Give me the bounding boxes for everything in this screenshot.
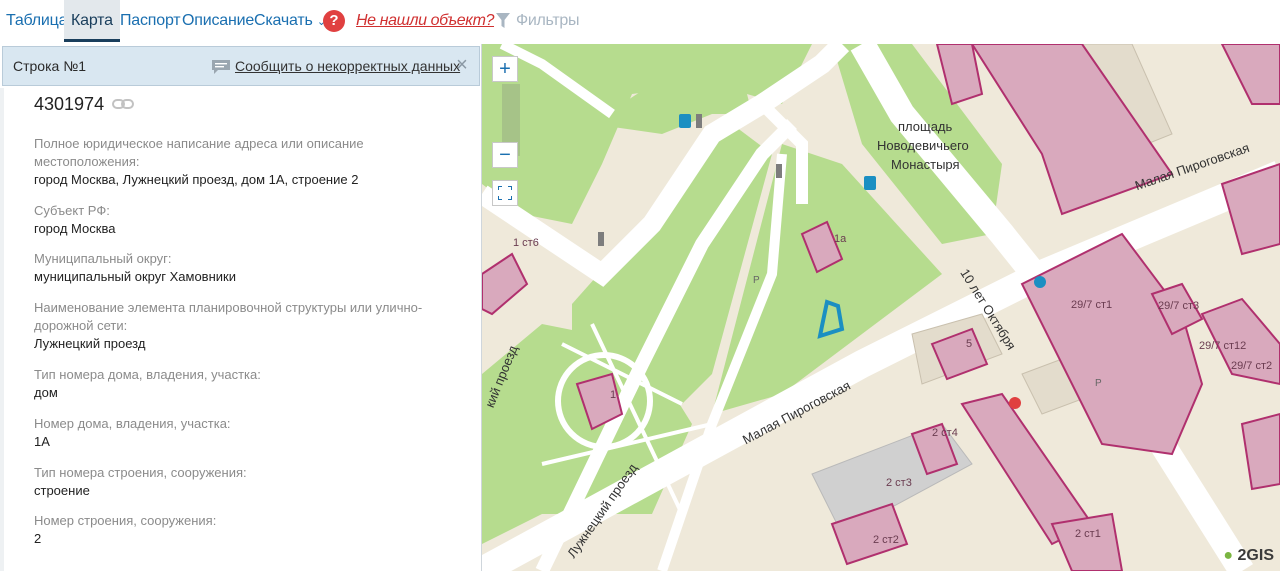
fullscreen-button[interactable]	[492, 180, 518, 206]
top-toolbar: Таблица Карта Паспорт Описание Скачать ⌄…	[0, 0, 1280, 44]
field-value-address: город Москва, Лужнецкий проезд, дом 1А, …	[34, 172, 359, 187]
tab-passport[interactable]: Паспорт	[120, 0, 181, 42]
map-label-square: Монастыря	[891, 157, 960, 172]
building-label: 29/7 ст12	[1199, 340, 1247, 352]
building-label: 5	[966, 338, 973, 350]
building-label: 2 ст4	[932, 427, 958, 439]
field-label-street: Наименование элемента планировочной стру…	[34, 300, 423, 333]
traffic-light-icon	[776, 164, 782, 178]
filter-icon	[496, 13, 510, 28]
zoom-in-button[interactable]: +	[492, 56, 518, 82]
download-label: Скачать	[254, 12, 313, 29]
not-found-link[interactable]: Не нашли объект?	[356, 0, 494, 42]
building-label: 1 ст6	[513, 237, 539, 249]
traffic-light-icon	[598, 232, 604, 246]
tab-download[interactable]: Скачать ⌄	[254, 0, 326, 42]
building-label: 1	[610, 389, 617, 401]
help-button[interactable]: ?	[323, 10, 345, 32]
object-panel: Строка №1 Сообщить о некорректных данных…	[0, 44, 482, 571]
filters-button[interactable]: Фильтры	[496, 0, 579, 42]
report-incorrect-data-link[interactable]: Сообщить о некорректных данных	[211, 47, 460, 85]
report-label: Сообщить о некорректных данных	[235, 58, 461, 74]
row-label: Строка №1	[13, 58, 87, 74]
tab-table[interactable]: Таблица	[6, 0, 68, 42]
field-label-house-number: Номер дома, владения, участка:	[34, 416, 231, 431]
comment-icon	[212, 60, 230, 74]
building-label: 2 ст1	[1075, 528, 1101, 540]
map-label-square: Новодевичьего	[877, 138, 969, 153]
filters-label: Фильтры	[516, 12, 580, 29]
2gis-logo: ● 2GIS	[1223, 547, 1274, 564]
field-value-building-number: 2	[34, 531, 42, 546]
building-label: 29/7 ст1	[1071, 299, 1113, 311]
building-label: 2 ст3	[886, 477, 912, 489]
2gis-logo-text: 2GIS	[1237, 547, 1274, 564]
field-label-house-type: Тип номера дома, владения, участка:	[34, 367, 261, 382]
field-value-house-type: дом	[34, 385, 58, 400]
field-value-house-number: 1А	[34, 434, 50, 449]
field-value-district: муниципальный округ Хамовники	[34, 269, 236, 284]
building-label: 2 ст2	[873, 534, 899, 546]
tab-map[interactable]: Карта	[64, 0, 120, 42]
metro-icon	[1034, 276, 1046, 288]
object-id: 4301974	[34, 94, 105, 114]
tab-description[interactable]: Описание	[182, 0, 254, 42]
field-label-building-type: Тип номера строения, сооружения:	[34, 465, 247, 480]
field-value-building-type: строение	[34, 483, 90, 498]
field-value-street: Лужнецкий проезд	[34, 336, 146, 351]
map-label-square: площадь	[898, 119, 953, 134]
field-label-address: Полное юридическое написание адреса или …	[34, 136, 364, 169]
hospital-icon	[1009, 397, 1021, 409]
map-view[interactable]: + − площадь Новодевичьего Монастыря Мала…	[482, 44, 1280, 571]
field-label-subject: Субъект РФ:	[34, 203, 110, 218]
panel-header: Строка №1 Сообщить о некорректных данных…	[2, 46, 480, 86]
zoom-out-button[interactable]: −	[492, 142, 518, 168]
field-label-building-number: Номер строения, сооружения:	[34, 513, 217, 528]
building-label: 29/7 ст3	[1158, 300, 1200, 312]
bus-stop-icon	[864, 176, 876, 190]
traffic-light-icon	[696, 114, 702, 128]
parking-label: P	[1095, 378, 1102, 389]
panel-body: 4301974 Полное юридическое написание адр…	[0, 88, 480, 571]
fullscreen-icon	[497, 185, 513, 201]
field-value-subject: город Москва	[34, 221, 116, 236]
parking-label: P	[753, 275, 760, 286]
link-icon[interactable]	[112, 98, 134, 110]
building-label: 1а	[834, 233, 847, 245]
bus-stop-icon	[679, 114, 691, 128]
close-icon[interactable]: ×	[453, 55, 471, 75]
field-label-district: Муниципальный округ:	[34, 251, 172, 266]
building-label: 29/7 ст2	[1231, 360, 1273, 372]
